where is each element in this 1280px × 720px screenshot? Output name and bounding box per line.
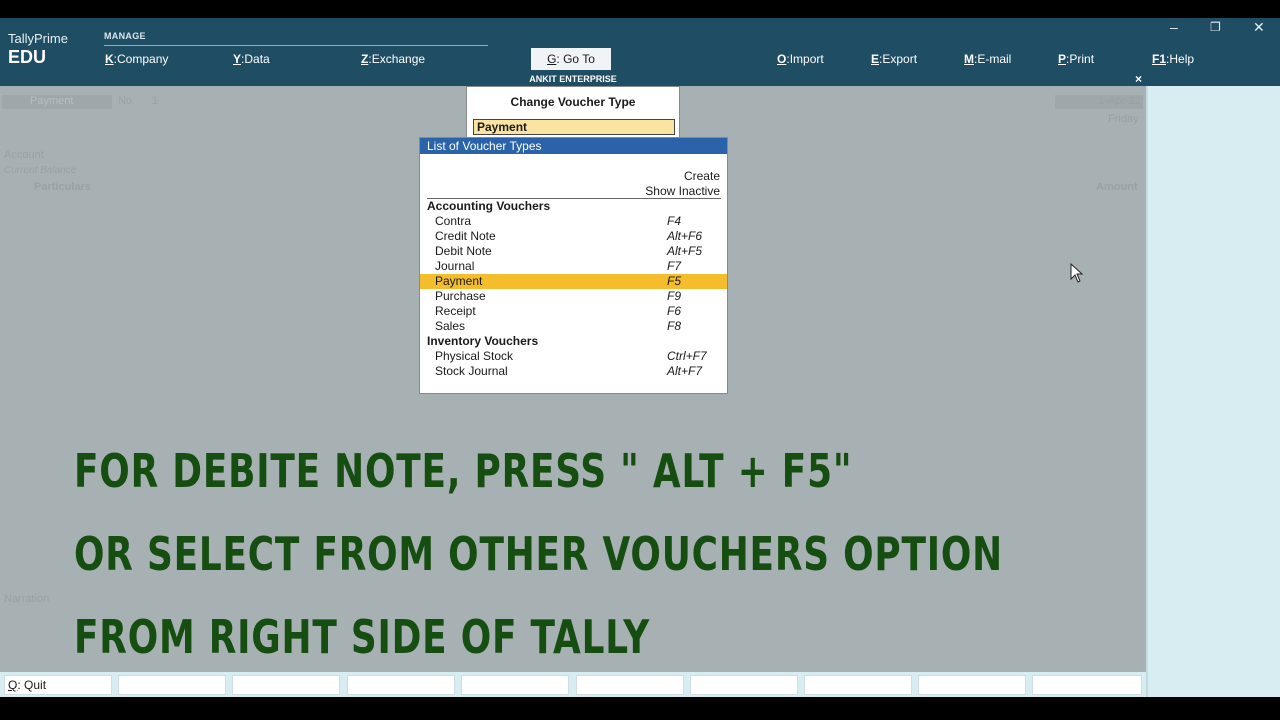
bottom-button-slot[interactable] bbox=[576, 675, 684, 695]
voucher-type-label: Payment bbox=[2, 95, 112, 109]
menu-exchange[interactable]: Z:Exchange bbox=[361, 52, 425, 66]
app-header: TallyPrime EDU MANAGE K:Company Y:Data Z… bbox=[0, 18, 1280, 72]
menu-data[interactable]: Y:Data bbox=[233, 52, 270, 66]
group-accounting-vouchers: Accounting Vouchers bbox=[427, 199, 551, 213]
voucher-types-list: List of Voucher Types Create Show Inacti… bbox=[419, 137, 728, 394]
mouse-cursor-icon bbox=[1070, 263, 1084, 283]
window-close-icon[interactable]: ✕ bbox=[1253, 19, 1265, 36]
menu-company[interactable]: K:Company bbox=[105, 52, 168, 66]
menu-help[interactable]: F1:Help bbox=[1152, 52, 1194, 66]
list-item-payment[interactable]: Payment F5 bbox=[420, 274, 727, 289]
list-item-stock-journal[interactable]: Stock Journal Alt+F7 bbox=[420, 364, 727, 379]
bottom-button-slot[interactable] bbox=[461, 675, 569, 695]
company-name: ANKIT ENTERPRISE bbox=[529, 74, 617, 84]
app-title: TallyPrime bbox=[8, 31, 68, 46]
list-item-sales[interactable]: Sales F8 bbox=[420, 319, 727, 334]
narration-label: Narration bbox=[4, 593, 50, 605]
caption-line-3: FROM RIGHT SIDE OF TALLY bbox=[74, 610, 651, 664]
bottom-button-slot[interactable] bbox=[918, 675, 1026, 695]
account-label: Account bbox=[4, 149, 44, 161]
voucher-day: Friday bbox=[1108, 113, 1139, 125]
manage-divider bbox=[104, 45, 488, 46]
right-button-panel bbox=[1146, 86, 1280, 697]
close-voucher-icon[interactable]: × bbox=[1135, 72, 1142, 86]
menu-export[interactable]: E:Export bbox=[871, 52, 917, 66]
list-item-debit-note[interactable]: Debit Note Alt+F5 bbox=[420, 244, 727, 259]
caption-line-2: OR SELECT FROM OTHER VOUCHERS OPTION bbox=[74, 527, 1003, 581]
current-balance-label: Current Balance bbox=[4, 165, 77, 176]
app-edition: EDU bbox=[8, 47, 47, 67]
caption-line-1: FOR DEBITE NOTE, PRESS " ALT + F5" bbox=[74, 444, 853, 498]
list-item-purchase[interactable]: Purchase F9 bbox=[420, 289, 727, 304]
list-item-credit-note[interactable]: Credit Note Alt+F6 bbox=[420, 229, 727, 244]
voucher-type-input[interactable]: Payment bbox=[473, 119, 675, 135]
bottom-button-slot[interactable] bbox=[1032, 675, 1142, 695]
list-item-contra[interactable]: Contra F4 bbox=[420, 214, 727, 229]
show-inactive-action[interactable]: Show Inactive bbox=[645, 184, 720, 198]
particulars-header: Particulars bbox=[34, 181, 91, 193]
voucher-date: 1-Apr-22 bbox=[1055, 95, 1143, 109]
bottom-button-slot[interactable] bbox=[347, 675, 455, 695]
amount-header: Amount bbox=[1096, 181, 1138, 193]
restore-icon[interactable]: ❐ bbox=[1210, 20, 1221, 34]
menu-email[interactable]: M:E-mail bbox=[964, 52, 1011, 66]
menu-print[interactable]: P:Print bbox=[1058, 52, 1094, 66]
right-panel-header bbox=[1146, 72, 1280, 86]
bottom-button-slot[interactable] bbox=[118, 675, 226, 695]
company-strip: ANKIT ENTERPRISE × bbox=[0, 72, 1146, 86]
voucher-no-label: No. bbox=[118, 95, 136, 107]
manage-group-label: MANAGE bbox=[104, 31, 146, 41]
quit-button[interactable]: Q: Quit bbox=[4, 675, 112, 695]
list-item-journal[interactable]: Journal F7 bbox=[420, 259, 727, 274]
list-header: List of Voucher Types bbox=[420, 138, 727, 154]
dialog-title: Change Voucher Type bbox=[510, 95, 636, 109]
list-item-physical-stock[interactable]: Physical Stock Ctrl+F7 bbox=[420, 349, 727, 364]
bottom-button-slot[interactable] bbox=[804, 675, 912, 695]
list-item-receipt[interactable]: Receipt F6 bbox=[420, 304, 727, 319]
menu-import[interactable]: O:Import bbox=[777, 52, 824, 66]
minimize-icon[interactable]: – bbox=[1170, 19, 1178, 35]
group-inventory-vouchers: Inventory Vouchers bbox=[427, 334, 539, 348]
top-black-bar bbox=[0, 0, 1280, 18]
bottom-button-slot[interactable] bbox=[232, 675, 340, 695]
voucher-no-value: 1 bbox=[152, 95, 159, 107]
bottom-button-bar: Q: Quit bbox=[0, 672, 1146, 697]
bottom-black-bar bbox=[0, 697, 1280, 720]
change-voucher-type-dialog: Change Voucher Type Payment bbox=[466, 86, 680, 140]
goto-button[interactable]: G: Go To bbox=[531, 48, 611, 70]
create-action[interactable]: Create bbox=[684, 169, 720, 183]
bottom-button-slot[interactable] bbox=[690, 675, 798, 695]
